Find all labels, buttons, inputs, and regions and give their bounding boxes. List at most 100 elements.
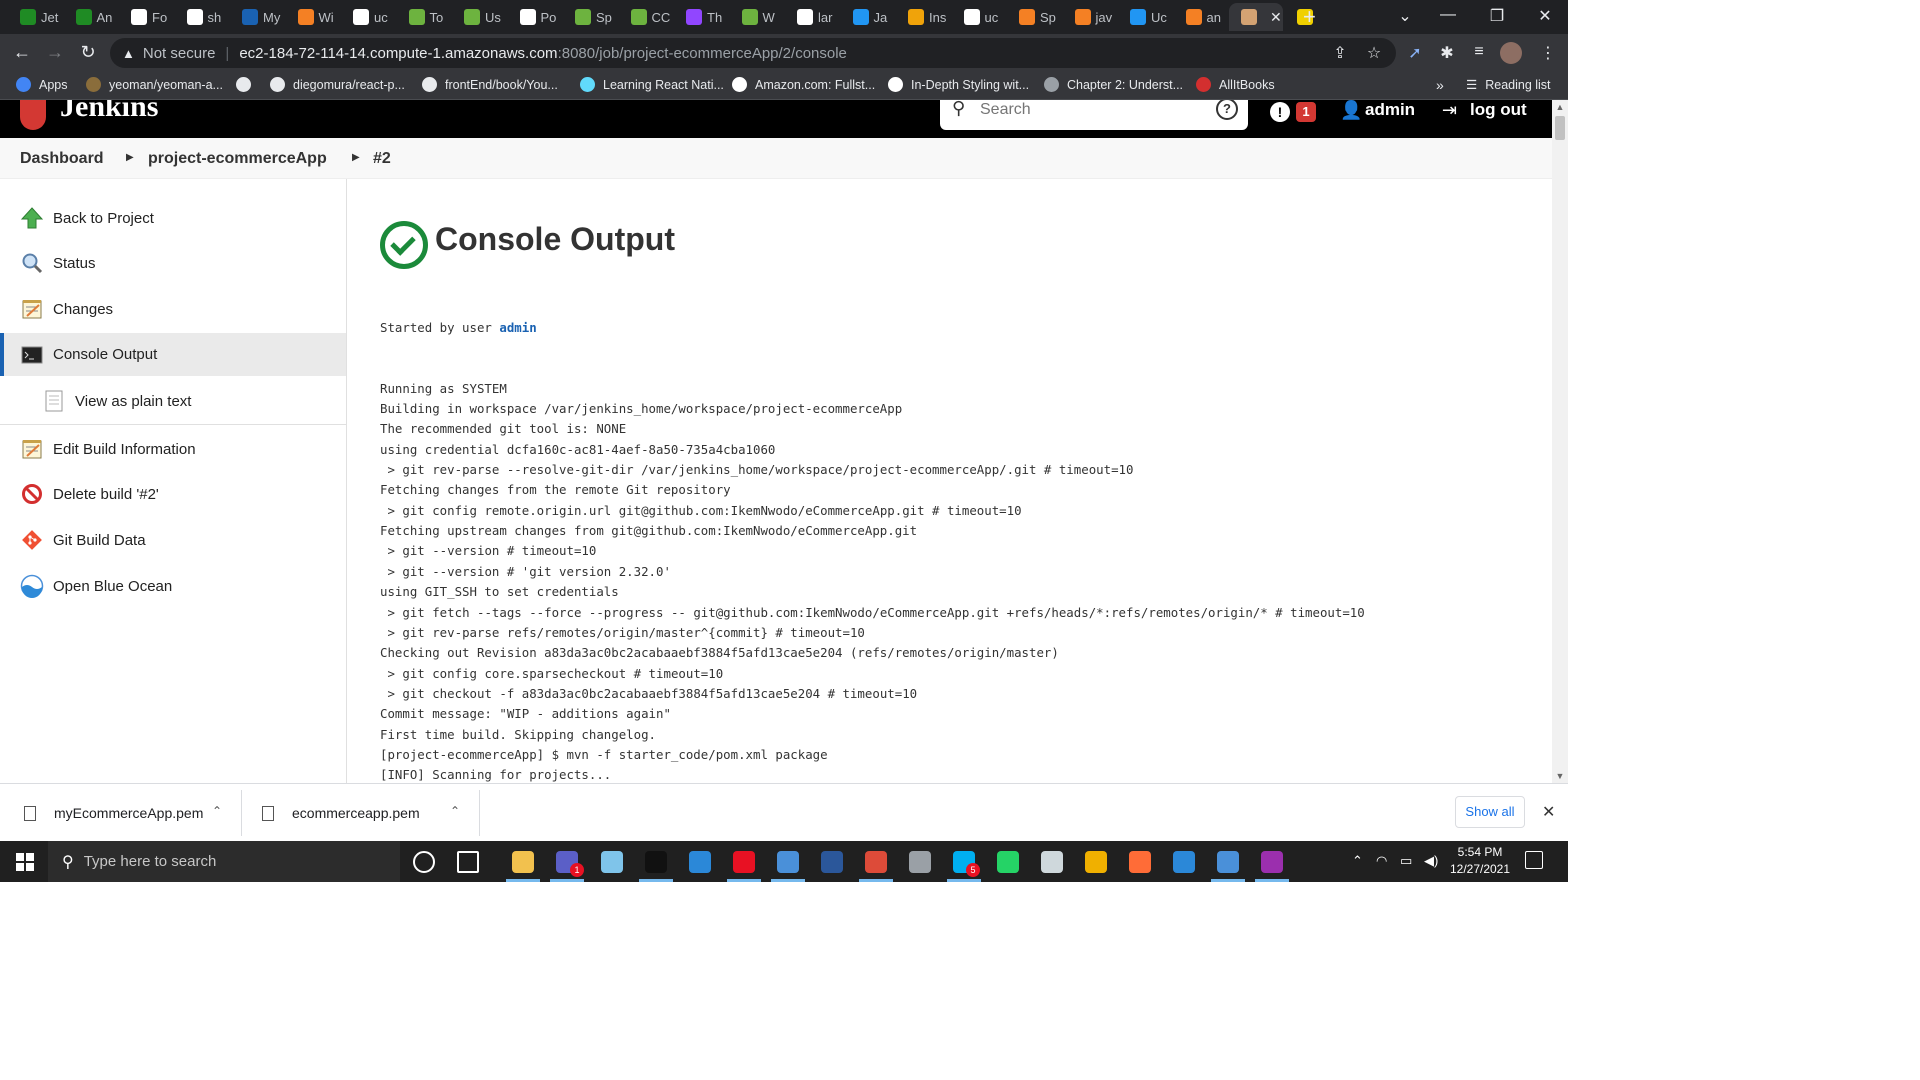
browser-tab[interactable]: Jet (8, 3, 62, 31)
scroll-down-arrow-icon[interactable]: ▼ (1552, 771, 1568, 781)
scroll-up-arrow-icon[interactable]: ▲ (1552, 102, 1568, 112)
bookmark-item[interactable]: frontEnd/book/You... (422, 77, 558, 92)
taskbar-clock[interactable]: 5:54 PM 12/27/2021 (1446, 844, 1514, 878)
notification-center-icon[interactable] (1525, 851, 1543, 869)
tab-search-chevron-icon[interactable]: ⌄ (1390, 6, 1420, 26)
browser-tab[interactable]: Th (674, 3, 728, 31)
browser-tab[interactable]: To (397, 3, 451, 31)
download-icon[interactable] (1217, 851, 1239, 873)
alert-count-badge[interactable]: 1 (1296, 102, 1316, 122)
bookmark-item[interactable] (236, 77, 259, 92)
sidebar-item-view-as-plain-text[interactable]: View as plain text (0, 380, 346, 422)
media-queue-icon[interactable]: ≡ (1467, 43, 1491, 61)
browser-tab[interactable]: An (64, 3, 118, 31)
scrollbar-thumb[interactable] (1555, 116, 1565, 140)
maximize-button[interactable]: ❐ (1482, 6, 1512, 26)
chevron-up-icon[interactable]: ⌃ (450, 804, 460, 818)
whatsapp-icon[interactable] (997, 851, 1019, 873)
close-tab-icon[interactable]: ✕ (1270, 9, 1282, 26)
browser-tab[interactable]: ✕ (1229, 3, 1283, 31)
browser-tab[interactable]: lar (785, 3, 839, 31)
close-downloads-icon[interactable]: ✕ (1542, 802, 1555, 822)
app-w-icon[interactable] (1085, 851, 1107, 873)
logout-link[interactable]: log out (1470, 100, 1527, 120)
rocket-extension-icon[interactable]: ➚ (1403, 43, 1427, 63)
breadcrumb-dashboard[interactable]: Dashboard (20, 150, 104, 168)
windows-start-icon[interactable] (16, 853, 34, 871)
camera-icon[interactable] (1041, 851, 1063, 873)
sidebar-item-open-blue-ocean[interactable]: Open Blue Ocean (0, 565, 346, 607)
browser-tab[interactable]: sh (175, 3, 229, 31)
drive-icon[interactable] (909, 851, 931, 873)
taskbar-search-box[interactable]: ⚲ Type here to search (48, 841, 400, 882)
bookmarks-overflow-icon[interactable]: » (1436, 77, 1444, 93)
profile-avatar-icon[interactable] (1500, 42, 1522, 64)
tablet-icon[interactable] (601, 851, 623, 873)
bookmark-star-icon[interactable]: ☆ (1362, 43, 1386, 63)
browser-tab[interactable]: Wi (286, 3, 340, 31)
browser-tab[interactable]: Ins (896, 3, 950, 31)
extensions-puzzle-icon[interactable]: ✱ (1435, 43, 1459, 63)
page-scrollbar[interactable]: ▲ ▼ (1552, 100, 1568, 783)
browser-tab[interactable]: Uc (1118, 3, 1172, 31)
browser-tab[interactable]: uc (952, 3, 1006, 31)
jenkins-logo-icon[interactable] (20, 100, 46, 130)
browser-tab[interactable]: jav (1063, 3, 1117, 31)
chevron-up-icon[interactable]: ⌃ (212, 804, 222, 818)
omnibox[interactable]: ▲ Not secure | ec2-184-72-114-14.compute… (110, 38, 1396, 68)
sidebar-item-changes[interactable]: Changes (0, 288, 346, 330)
browser-tab[interactable]: uc (341, 3, 395, 31)
new-tab-button[interactable]: + (1303, 5, 1316, 29)
network-icon[interactable] (777, 851, 799, 873)
browser-tab[interactable]: CC (619, 3, 673, 31)
battery-icon[interactable]: ▭ (1400, 853, 1412, 869)
browser-menu-icon[interactable]: ⋮ (1536, 43, 1560, 63)
intellij-icon[interactable] (1261, 851, 1283, 873)
sidebar-item-git-build-data[interactable]: Git Build Data (0, 519, 346, 561)
browser-tab[interactable]: W (730, 3, 784, 31)
word-icon[interactable] (821, 851, 843, 873)
screen-recorder-icon[interactable] (733, 851, 755, 873)
download-item[interactable]: myEcommerceApp.pem (24, 784, 203, 842)
minimize-button[interactable]: — (1433, 6, 1463, 24)
help-icon[interactable]: ? (1216, 100, 1238, 120)
close-window-button[interactable]: ✕ (1530, 6, 1560, 26)
reading-list-button[interactable]: ☰ Reading list (1466, 77, 1551, 93)
bookmark-item[interactable]: Amazon.com: Fullst... (732, 77, 875, 92)
browser-tab[interactable]: Fo (119, 3, 173, 31)
back-button[interactable]: ← (10, 42, 34, 63)
task-view-icon[interactable] (413, 851, 435, 873)
sidebar-item-back-to-project[interactable]: Back to Project (0, 197, 346, 239)
sidebar-item-edit-build-information[interactable]: Edit Build Information (0, 428, 346, 470)
wifi-icon[interactable]: ◠ (1376, 853, 1387, 869)
user-link[interactable]: admin (1365, 100, 1415, 120)
browser-tab[interactable]: Po (508, 3, 562, 31)
show-all-downloads-button[interactable]: Show all (1455, 796, 1525, 828)
sidebar-item-delete-build[interactable]: Delete build '#2' (0, 473, 346, 515)
bookmark-item[interactable]: Apps (16, 77, 68, 92)
bookmark-item[interactable]: Learning React Nati... (580, 77, 724, 92)
timeline-icon[interactable] (457, 851, 479, 873)
postman-icon[interactable] (1129, 851, 1151, 873)
alert-icon[interactable]: ! (1270, 102, 1290, 122)
search-input[interactable] (980, 100, 1200, 122)
bookmark-item[interactable]: diegomura/react-p... (270, 77, 405, 92)
bookmark-item[interactable]: yeoman/yeoman-a... (86, 77, 223, 92)
app-w2-icon[interactable] (1173, 851, 1195, 873)
mail-icon[interactable] (689, 851, 711, 873)
forward-button[interactable]: → (43, 42, 67, 63)
share-icon[interactable]: ⇪ (1328, 43, 1352, 63)
volume-icon[interactable]: ◀) (1424, 853, 1438, 869)
breadcrumb-chevron-icon[interactable]: ▶ (352, 152, 360, 163)
terminal-icon[interactable] (645, 851, 667, 873)
reload-button[interactable]: ↻ (76, 42, 100, 63)
browser-tab[interactable]: Sp (563, 3, 617, 31)
browser-tab[interactable]: an (1174, 3, 1228, 31)
download-item[interactable]: ecommerceapp.pem (262, 784, 420, 842)
sidebar-item-status[interactable]: Status (0, 242, 346, 284)
breadcrumb-project[interactable]: project-ecommerceApp (148, 150, 327, 168)
browser-tab[interactable]: Us (452, 3, 506, 31)
bookmark-item[interactable]: Chapter 2: Underst... (1044, 77, 1183, 92)
console-user-link[interactable]: admin (499, 320, 536, 335)
sidebar-item-console-output[interactable]: Console Output (0, 333, 346, 376)
